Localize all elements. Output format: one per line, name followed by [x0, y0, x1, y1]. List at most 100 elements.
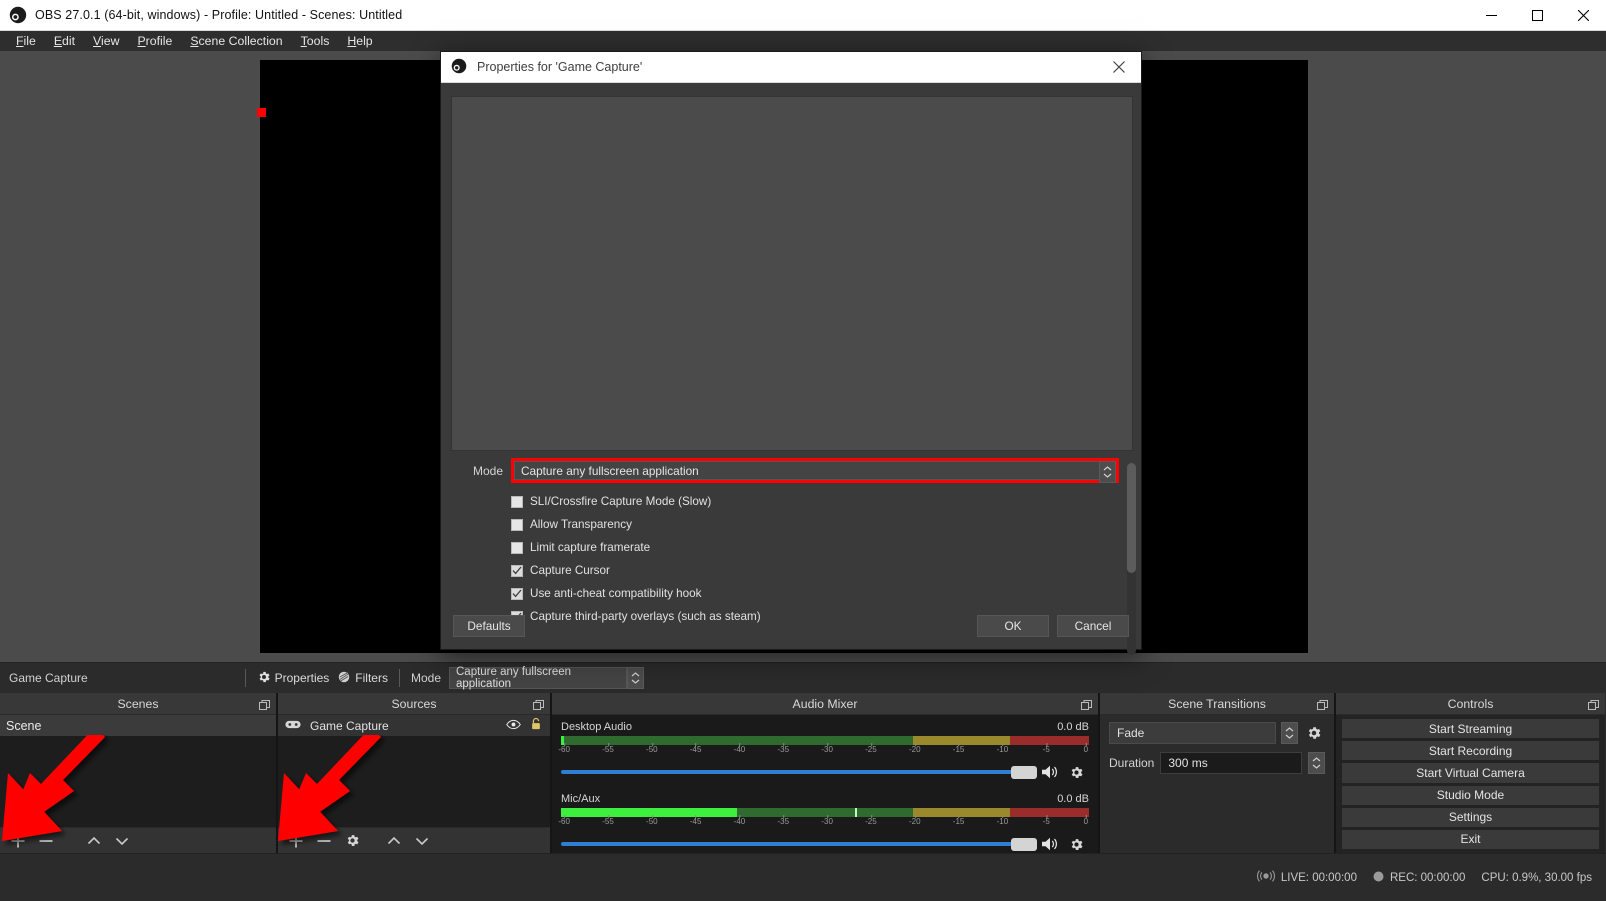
transition-type-combo[interactable]: Fade: [1109, 722, 1276, 744]
transition-duration-input[interactable]: 300 ms: [1160, 752, 1302, 774]
track-name-mic-aux: Mic/Aux: [561, 793, 601, 805]
track-name-desktop-audio: Desktop Audio: [561, 721, 632, 733]
fader-knob-desktop-audio[interactable]: [1011, 765, 1037, 779]
lock-icon[interactable]: [530, 717, 542, 734]
mute-speaker-icon-mic-aux[interactable]: [1037, 833, 1063, 853]
menu-file-rest: ile: [23, 34, 36, 48]
dialog-body: Mode Capture any fullscreen application: [441, 83, 1141, 655]
source-list-item[interactable]: Game Capture: [278, 715, 550, 736]
menu-tools[interactable]: Tools: [292, 32, 339, 50]
volume-fader-desktop-audio[interactable]: [561, 763, 1037, 781]
checkbox-anticheat-hook[interactable]: [511, 587, 523, 600]
menu-scene-collection[interactable]: Scene Collection: [181, 32, 291, 50]
menu-view[interactable]: View: [84, 32, 128, 50]
dialog-mode-spinner[interactable]: [1099, 461, 1116, 483]
eye-icon[interactable]: [506, 719, 521, 733]
dialog-defaults-button[interactable]: Defaults: [453, 615, 525, 637]
track-settings-gear-icon-mic-aux[interactable]: [1063, 833, 1089, 853]
checkbox-limit-framerate[interactable]: [511, 541, 523, 554]
sources-remove-button[interactable]: [311, 829, 337, 853]
dialog-mode-value: Capture any fullscreen application: [521, 463, 699, 478]
sources-properties-button[interactable]: [339, 829, 365, 853]
audio-mixer-body: Desktop Audio 0.0 dB -60 -55 -50 -45 -40…: [552, 715, 1098, 853]
volume-fader-mic-aux[interactable]: [561, 835, 1037, 853]
transition-type-spinner[interactable]: [1281, 722, 1298, 744]
meter-scale-mic-aux: -60 -55 -50 -45 -40 -35 -30 -25 -20 -15 …: [558, 815, 1089, 826]
checkbox-allow-transparency[interactable]: [511, 518, 523, 531]
dialog-mode-label: Mode: [472, 463, 503, 478]
scenes-remove-button[interactable]: [33, 829, 59, 853]
sources-list[interactable]: Game Capture: [278, 715, 550, 827]
start-recording-button[interactable]: Start Recording: [1342, 741, 1599, 761]
studio-mode-button[interactable]: Studio Mode: [1342, 785, 1599, 805]
start-streaming-button[interactable]: Start Streaming: [1342, 719, 1599, 739]
scene-list-item[interactable]: Scene: [0, 715, 276, 736]
scene-transitions-float-icon[interactable]: [1317, 698, 1328, 716]
scenes-add-button[interactable]: [5, 829, 31, 853]
window-title: OBS 27.0.1 (64-bit, windows) - Profile: …: [35, 8, 403, 22]
source-filters-button[interactable]: Filters: [333, 667, 392, 690]
source-properties-label: Properties: [274, 671, 330, 685]
menu-edit[interactable]: Edit: [45, 32, 84, 50]
controls-dock: Controls Start Streaming Start Recording…: [1336, 693, 1605, 853]
dialog-mode-combo[interactable]: Capture any fullscreen application: [514, 461, 1099, 480]
track-db-desktop-audio: 0.0 dB: [1057, 721, 1089, 733]
track-settings-gear-icon-desktop-audio[interactable]: [1063, 761, 1089, 783]
audio-mixer-float-icon[interactable]: [1081, 698, 1092, 716]
checkbox-row-limit-framerate[interactable]: Limit capture framerate: [441, 536, 1141, 559]
controls-header: Controls: [1336, 693, 1605, 715]
source-item-label: Game Capture: [310, 718, 389, 733]
maximize-button[interactable]: [1514, 0, 1560, 31]
sources-float-icon[interactable]: [533, 698, 544, 716]
mute-speaker-icon-desktop-audio[interactable]: [1037, 761, 1063, 783]
fader-row-desktop-audio: [561, 761, 1089, 783]
fader-row-mic-aux: [561, 833, 1089, 853]
dialog-cancel-button[interactable]: Cancel: [1057, 615, 1129, 637]
dialog-obs-logo-icon: [451, 58, 469, 76]
source-mode-value: Capture any fullscreen application: [456, 666, 572, 690]
checkbox-sli-crossfire[interactable]: [511, 495, 523, 508]
record-dot-icon: [1373, 871, 1384, 885]
checkbox-label-allow-transparency: Allow Transparency: [530, 518, 632, 531]
sources-move-down-button[interactable]: [409, 829, 435, 853]
checkbox-label-anticheat-hook: Use anti-cheat compatibility hook: [530, 587, 702, 600]
obs-logo-icon: [9, 6, 27, 24]
audio-mixer-title: Audio Mixer: [792, 696, 858, 711]
level-meter-desktop-audio: [561, 736, 1089, 745]
start-virtual-camera-button[interactable]: Start Virtual Camera: [1342, 763, 1599, 783]
dialog-scrollbar-thumb[interactable]: [1127, 463, 1136, 573]
settings-button[interactable]: Settings: [1342, 807, 1599, 827]
scene-transitions-dock: Scene Transitions Fade Duration 300 ms: [1100, 693, 1334, 853]
source-selection-handle[interactable]: [257, 108, 266, 117]
scenes-list[interactable]: Scene: [0, 715, 276, 827]
minimize-button[interactable]: [1468, 0, 1514, 31]
menu-help[interactable]: Help: [338, 32, 381, 50]
exit-button[interactable]: Exit: [1342, 829, 1599, 850]
dialog-ok-button[interactable]: OK: [977, 615, 1049, 637]
checkbox-capture-cursor[interactable]: [511, 564, 523, 577]
fader-knob-mic-aux[interactable]: [1011, 837, 1037, 851]
source-mode-combo[interactable]: Capture any fullscreen application: [449, 666, 627, 690]
transition-type-value: Fade: [1117, 726, 1145, 740]
menu-file[interactable]: File: [7, 32, 45, 50]
source-mode-spinner[interactable]: [627, 667, 644, 689]
checkbox-row-allow-transparency[interactable]: Allow Transparency: [441, 513, 1141, 536]
mixer-track-mic-aux: Mic/Aux 0.0 dB -60 -55 -50 -45 -40 -35 -…: [558, 793, 1089, 853]
controls-float-icon[interactable]: [1588, 698, 1599, 716]
scenes-move-down-button[interactable]: [109, 829, 135, 853]
scenes-dock: Scenes Scene: [0, 693, 276, 853]
obs-main-window: OBS 27.0.1 (64-bit, windows) - Profile: …: [0, 0, 1606, 901]
scenes-float-icon[interactable]: [259, 698, 270, 716]
sources-move-up-button[interactable]: [381, 829, 407, 853]
sources-add-button[interactable]: [283, 829, 309, 853]
source-properties-button[interactable]: Properties: [253, 667, 334, 690]
transition-duration-spinner[interactable]: [1308, 752, 1325, 774]
menu-profile[interactable]: Profile: [128, 32, 181, 50]
scenes-move-up-button[interactable]: [81, 829, 107, 853]
close-button[interactable]: [1560, 0, 1606, 31]
checkbox-row-anticheat-hook[interactable]: Use anti-cheat compatibility hook: [441, 582, 1141, 605]
dialog-close-button[interactable]: [1097, 52, 1141, 83]
checkbox-row-sli-crossfire[interactable]: SLI/Crossfire Capture Mode (Slow): [441, 490, 1141, 513]
checkbox-row-capture-cursor[interactable]: Capture Cursor: [441, 559, 1141, 582]
transition-settings-gear-icon[interactable]: [1303, 722, 1325, 744]
